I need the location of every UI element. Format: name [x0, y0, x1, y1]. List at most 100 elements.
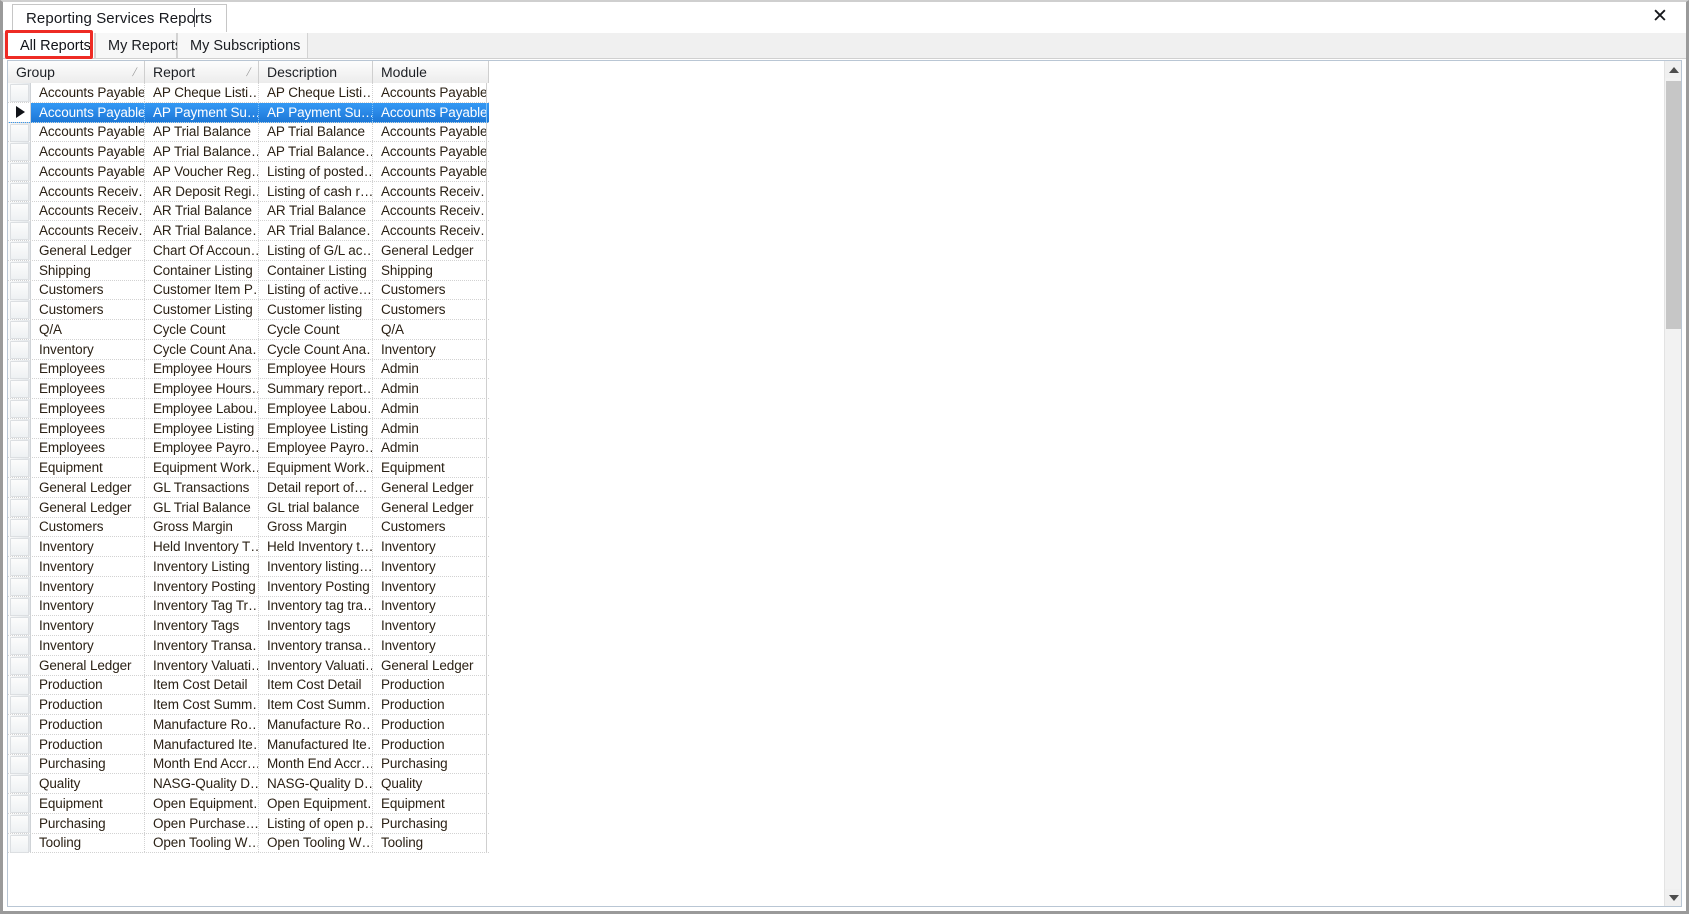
- table-row[interactable]: Accounts Payable AP Payment Su… AP Payment…: [8, 102, 489, 123]
- row-selector-cell[interactable]: [8, 399, 31, 418]
- row-selector-cell[interactable]: [8, 715, 31, 734]
- table-row[interactable]: Customers Customer Item P… Listing of acti…: [8, 280, 489, 301]
- table-row[interactable]: Tooling Open Tooling W… Open Tooling W… Too…: [8, 833, 489, 854]
- row-selector-cell[interactable]: [8, 122, 31, 142]
- cell-description: Inventory Valuati…: [259, 655, 373, 675]
- row-selector-cell[interactable]: [8, 221, 31, 240]
- row-selector-cell[interactable]: [8, 260, 31, 280]
- row-selector-cell[interactable]: [8, 833, 31, 853]
- row-selector-cell[interactable]: [8, 142, 31, 161]
- table-row[interactable]: Production Manufacture Ro… Manufacture Ro……: [8, 715, 489, 735]
- table-row[interactable]: Equipment Equipment Work… Equipment Work… E…: [8, 458, 489, 478]
- row-selector-cell[interactable]: [8, 458, 31, 477]
- row-selector-cell[interactable]: [8, 320, 31, 339]
- vertical-scrollbar[interactable]: [1664, 61, 1681, 906]
- row-selector-cell[interactable]: [8, 734, 31, 754]
- cell-description: Held Inventory t…: [259, 537, 373, 556]
- row-selector-cell[interactable]: [8, 813, 31, 833]
- cell-group: Employees: [31, 359, 145, 379]
- row-selector-cell[interactable]: [8, 636, 31, 655]
- cell-group: Customers: [31, 517, 145, 537]
- table-row[interactable]: Accounts Receiv… AR Trial Balance… AR Tria…: [8, 221, 489, 241]
- table-row[interactable]: Accounts Payable AP Trial Balance… AP Tria…: [8, 142, 489, 162]
- row-selector-cell[interactable]: [8, 774, 31, 793]
- table-row[interactable]: Quality NASG-Quality D… NASG-Quality D… Qua…: [8, 774, 489, 794]
- table-row[interactable]: Employees Employee Hours Employee Hours Adm…: [8, 359, 489, 380]
- cell-module: Customers: [373, 300, 487, 319]
- cell-module: Customers: [373, 517, 487, 537]
- table-row[interactable]: Inventory Inventory Transa… Inventory tran…: [8, 636, 489, 656]
- cell-module: Inventory: [373, 537, 487, 556]
- table-row[interactable]: Purchasing Open Purchase… Listing of open …: [8, 813, 489, 834]
- table-row[interactable]: Employees Employee Payro… Employee Payro… A…: [8, 438, 489, 459]
- table-row[interactable]: Accounts Payable AP Trial Balance AP Trial…: [8, 122, 489, 143]
- scrollbar-up-button[interactable]: [1665, 61, 1681, 78]
- row-selector-cell[interactable]: [8, 557, 31, 576]
- table-row[interactable]: Customers Customer Listing Customer listin…: [8, 300, 489, 320]
- table-row[interactable]: Accounts Payable AP Voucher Reg… Listing o…: [8, 162, 489, 182]
- table-row[interactable]: Employees Employee Listing Employee Listin…: [8, 418, 489, 439]
- row-selector-cell[interactable]: [8, 102, 31, 122]
- row-selector-cell[interactable]: [8, 241, 31, 260]
- row-selector-cell[interactable]: [8, 675, 31, 695]
- table-row[interactable]: General Ledger Inventory Valuati… Inventor…: [8, 655, 489, 676]
- table-row[interactable]: Shipping Container Listing Container Listi…: [8, 260, 489, 281]
- column-header-group[interactable]: Group /: [8, 61, 145, 83]
- cell-report: Employee Hours: [145, 359, 259, 379]
- cell-report: AR Deposit Regi…: [145, 181, 259, 201]
- table-row[interactable]: Employees Employee Labou… Employee Labou… A…: [8, 399, 489, 419]
- column-header-description[interactable]: Description: [259, 61, 373, 83]
- row-selector-cell[interactable]: [8, 794, 31, 813]
- close-icon[interactable]: ✕: [1648, 5, 1672, 27]
- row-selector-cell[interactable]: [8, 359, 31, 379]
- row-selector-cell[interactable]: [8, 300, 31, 319]
- table-row[interactable]: Inventory Inventory Tags Inventory tags Inv…: [8, 616, 489, 636]
- tab-my-subscriptions[interactable]: My Subscriptions: [177, 33, 308, 58]
- row-selector-cell[interactable]: [8, 83, 31, 102]
- row-selector-cell[interactable]: [8, 201, 31, 221]
- row-selector-cell[interactable]: [8, 655, 31, 675]
- row-selector-cell[interactable]: [8, 379, 31, 398]
- table-row[interactable]: Q/A Cycle Count Cycle Count Q/A: [8, 320, 489, 340]
- row-selector-cell[interactable]: [8, 616, 31, 635]
- row-selector-cell[interactable]: [8, 339, 31, 359]
- row-selector-cell[interactable]: [8, 438, 31, 458]
- table-row[interactable]: Customers Gross Margin Gross Margin Custome…: [8, 517, 489, 538]
- row-selector-cell[interactable]: [8, 596, 31, 616]
- table-row[interactable]: Inventory Inventory Listing Inventory list…: [8, 557, 489, 577]
- table-row[interactable]: Production Manufactured Ite… Manufactured …: [8, 734, 489, 755]
- table-row[interactable]: Purchasing Month End Accr… Month End Accr……: [8, 754, 489, 775]
- table-row[interactable]: Accounts Receiv… AR Trial Balance AR Trial…: [8, 201, 489, 222]
- column-header-module[interactable]: Module: [373, 61, 489, 83]
- table-row[interactable]: General Ledger Chart Of Accoun… Listing of…: [8, 241, 489, 261]
- table-row[interactable]: Production Item Cost Detail Item Cost Deta…: [8, 675, 489, 696]
- table-row[interactable]: Production Item Cost Summ… Item Cost Summ……: [8, 695, 489, 715]
- table-row[interactable]: Inventory Inventory Posting Inventory Post…: [8, 576, 489, 597]
- table-row[interactable]: Accounts Receiv… AR Deposit Regi… Listing …: [8, 181, 489, 202]
- table-row[interactable]: General Ledger GL Transactions Detail repo…: [8, 478, 489, 498]
- table-row[interactable]: Equipment Open Equipment… Open Equipment… E…: [8, 794, 489, 814]
- column-header-report[interactable]: Report /: [145, 61, 259, 83]
- tab-all-reports[interactable]: All Reports: [7, 33, 95, 58]
- tab-my-reports[interactable]: My Reports: [95, 33, 182, 58]
- row-selector-cell[interactable]: [8, 497, 31, 517]
- row-selector-cell[interactable]: [8, 162, 31, 181]
- row-selector-cell[interactable]: [8, 418, 31, 438]
- row-selector-cell[interactable]: [8, 754, 31, 774]
- scrollbar-down-button[interactable]: [1665, 889, 1681, 906]
- scrollbar-thumb[interactable]: [1666, 81, 1681, 329]
- table-row[interactable]: Employees Employee Hours… Summary report… A…: [8, 379, 489, 399]
- table-row[interactable]: Inventory Held Inventory T… Held Inventory…: [8, 537, 489, 557]
- row-selector-cell[interactable]: [8, 478, 31, 497]
- table-row[interactable]: Inventory Cycle Count Ana… Cycle Count Ana…: [8, 339, 489, 360]
- row-selector-cell[interactable]: [8, 280, 31, 300]
- table-row[interactable]: General Ledger GL Trial Balance GL trial b…: [8, 497, 489, 518]
- row-selector-cell[interactable]: [8, 695, 31, 714]
- table-row[interactable]: Inventory Inventory Tag Tr… Inventory tag …: [8, 596, 489, 617]
- cell-report: Cycle Count Ana…: [145, 339, 259, 359]
- table-row[interactable]: Accounts Payable AP Cheque Listi… AP Chequ…: [8, 83, 489, 103]
- row-selector-cell[interactable]: [8, 537, 31, 556]
- row-selector-cell[interactable]: [8, 576, 31, 596]
- row-selector-cell[interactable]: [8, 181, 31, 201]
- row-selector-cell[interactable]: [8, 517, 31, 537]
